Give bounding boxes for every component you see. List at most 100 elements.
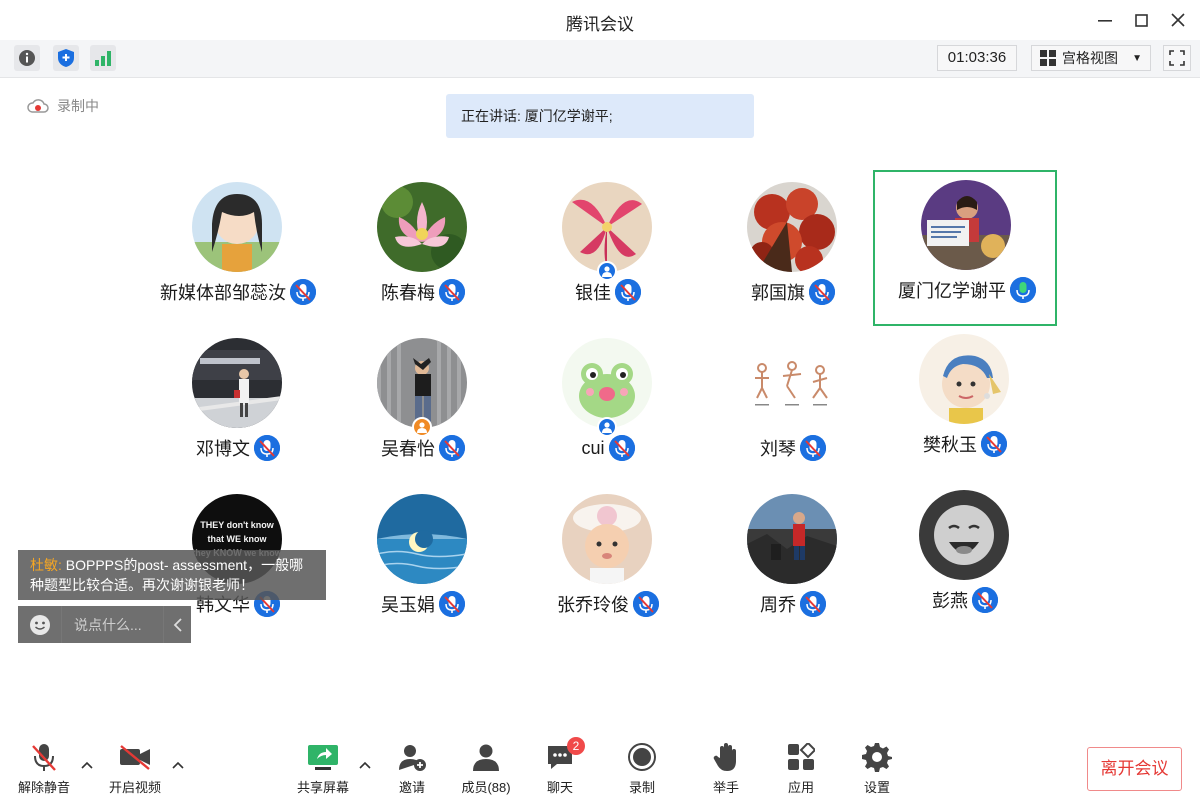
participant-tile[interactable]: 彭燕 xyxy=(873,482,1057,638)
raise-hand-button[interactable]: 举手 xyxy=(688,741,764,797)
settings-label: 设置 xyxy=(863,780,890,795)
participant-avatar xyxy=(562,494,652,584)
recording-indicator: 录制中 xyxy=(27,96,99,116)
participant-name: 邓博文 xyxy=(196,439,250,459)
share-screen-label: 共享屏幕 xyxy=(296,780,349,795)
share-options-caret[interactable] xyxy=(357,757,373,773)
members-icon xyxy=(473,744,499,771)
hand-icon xyxy=(713,743,736,771)
record-icon xyxy=(628,743,656,771)
mic-muted-indicator xyxy=(439,279,465,305)
invite-button[interactable]: 邀请 xyxy=(374,741,450,797)
collapse-chat-button[interactable] xyxy=(163,606,191,643)
participant-tile[interactable]: 吴春怡 xyxy=(331,330,515,486)
record-button[interactable]: 录制 xyxy=(604,741,680,797)
participant-avatar xyxy=(747,338,837,428)
mic-muted-icon xyxy=(972,587,998,613)
mic-muted-icon xyxy=(800,591,826,617)
cloud-record-icon xyxy=(27,99,49,113)
participant-avatar xyxy=(562,338,652,428)
meeting-window: 腾讯会议 01:03:36 宫格视图 ▼ 录制中 正在讲话: 厦门亿学谢平; 新… xyxy=(0,0,1200,800)
chat-message: BOPPPS的post- assessment，一般哪种题型比较合适。再次谢谢银… xyxy=(30,557,304,593)
participant-tile[interactable]: 邓博文 xyxy=(146,330,330,486)
participant-name: 周乔 xyxy=(760,595,796,615)
maximize-button[interactable] xyxy=(1127,6,1155,34)
participant-avatar xyxy=(747,494,837,584)
participant-tile[interactable]: 郭国旗 xyxy=(701,174,885,330)
participant-tile[interactable]: 张乔玲俊 xyxy=(516,486,700,642)
mic-muted-indicator xyxy=(254,435,280,461)
chevron-up-icon xyxy=(81,761,93,769)
grid-view-icon xyxy=(1040,50,1056,66)
participant-name-row: 周乔 xyxy=(701,591,885,617)
participant-name-row: 陈春梅 xyxy=(331,279,515,305)
shield-icon xyxy=(58,49,74,67)
user-role-badge xyxy=(597,261,617,281)
chevron-down-icon: ▼ xyxy=(1132,52,1142,64)
participant-name: 张乔玲俊 xyxy=(557,595,629,615)
participant-tile[interactable]: 刘琴 xyxy=(701,330,885,486)
participant-tile[interactable]: 周乔 xyxy=(701,486,885,642)
close-button[interactable] xyxy=(1164,6,1192,34)
view-mode-select[interactable]: 宫格视图 ▼ xyxy=(1031,45,1151,71)
participant-tile[interactable]: 新媒体部邹蕊汝 xyxy=(146,174,330,330)
participant-tile[interactable]: 厦门亿学谢平 xyxy=(873,170,1057,326)
share-screen-button[interactable]: 共享屏幕 xyxy=(285,741,361,797)
person-icon xyxy=(602,422,612,433)
unmute-button[interactable]: 解除静音 xyxy=(6,741,82,797)
fullscreen-button[interactable] xyxy=(1163,45,1191,71)
mic-muted-indicator xyxy=(800,591,826,617)
participant-name: cui xyxy=(581,437,605,458)
chat-label: 聊天 xyxy=(546,780,573,795)
view-mode-label: 宫格视图 xyxy=(1062,50,1118,66)
participant-avatar xyxy=(192,338,282,428)
participant-tile[interactable]: 银佳 xyxy=(516,174,700,330)
speaking-banner: 正在讲话: 厦门亿学谢平; xyxy=(446,94,754,138)
gear-icon xyxy=(862,743,892,772)
participant-name-row: 樊秋玉 xyxy=(873,431,1057,457)
audio-options-caret[interactable] xyxy=(79,757,95,773)
chat-quick-input[interactable]: 说点什么... xyxy=(18,606,191,643)
settings-button[interactable]: 设置 xyxy=(839,741,915,797)
participant-avatar xyxy=(192,182,282,272)
host-badge xyxy=(412,417,432,437)
leave-meeting-button[interactable]: 离开会议 xyxy=(1087,747,1182,791)
security-button[interactable] xyxy=(53,45,79,71)
participant-name: 新媒体部邹蕊汝 xyxy=(160,283,286,303)
participant-name-row: 郭国旗 xyxy=(701,279,885,305)
meeting-info-button[interactable] xyxy=(14,45,40,71)
participant-tile[interactable]: 陈春梅 xyxy=(331,174,515,330)
start-video-button[interactable]: 开启视频 xyxy=(97,741,173,797)
participant-avatar xyxy=(562,182,652,272)
participant-name-row: 新媒体部邹蕊汝 xyxy=(146,279,330,305)
apps-icon xyxy=(788,743,815,770)
person-icon xyxy=(602,266,612,277)
members-button[interactable]: 成员(88) xyxy=(448,741,524,797)
network-status-button[interactable] xyxy=(90,45,116,71)
participant-name-row: 彭燕 xyxy=(873,587,1057,613)
minimize-button[interactable] xyxy=(1091,6,1119,34)
fullscreen-icon xyxy=(1169,50,1185,66)
participant-name-row: 邓博文 xyxy=(146,435,330,461)
participant-tile[interactable]: 樊秋玉 xyxy=(873,326,1057,482)
emoji-button[interactable] xyxy=(18,606,62,643)
chat-button[interactable]: 2 聊天 xyxy=(522,737,598,797)
mic-muted-icon xyxy=(615,279,641,305)
apps-button[interactable]: 应用 xyxy=(763,741,839,797)
mic-off-icon xyxy=(32,744,56,771)
mic-muted-indicator xyxy=(981,431,1007,457)
mic-muted-indicator xyxy=(800,435,826,461)
participant-tile[interactable]: 吴玉娟 xyxy=(331,486,515,642)
apps-label: 应用 xyxy=(787,780,814,795)
mic-muted-icon xyxy=(290,279,316,305)
mic-muted-icon xyxy=(439,279,465,305)
video-options-caret[interactable] xyxy=(170,757,186,773)
mic-muted-indicator xyxy=(615,279,641,305)
participant-name-row: 吴春怡 xyxy=(331,435,515,461)
participant-name: 银佳 xyxy=(575,283,611,303)
participant-tile[interactable]: cui xyxy=(516,330,700,486)
chat-placeholder: 说点什么... xyxy=(74,616,142,633)
participant-name: 吴玉娟 xyxy=(381,595,435,615)
mic-on-indicator xyxy=(1010,277,1036,303)
mic-muted-indicator xyxy=(439,591,465,617)
